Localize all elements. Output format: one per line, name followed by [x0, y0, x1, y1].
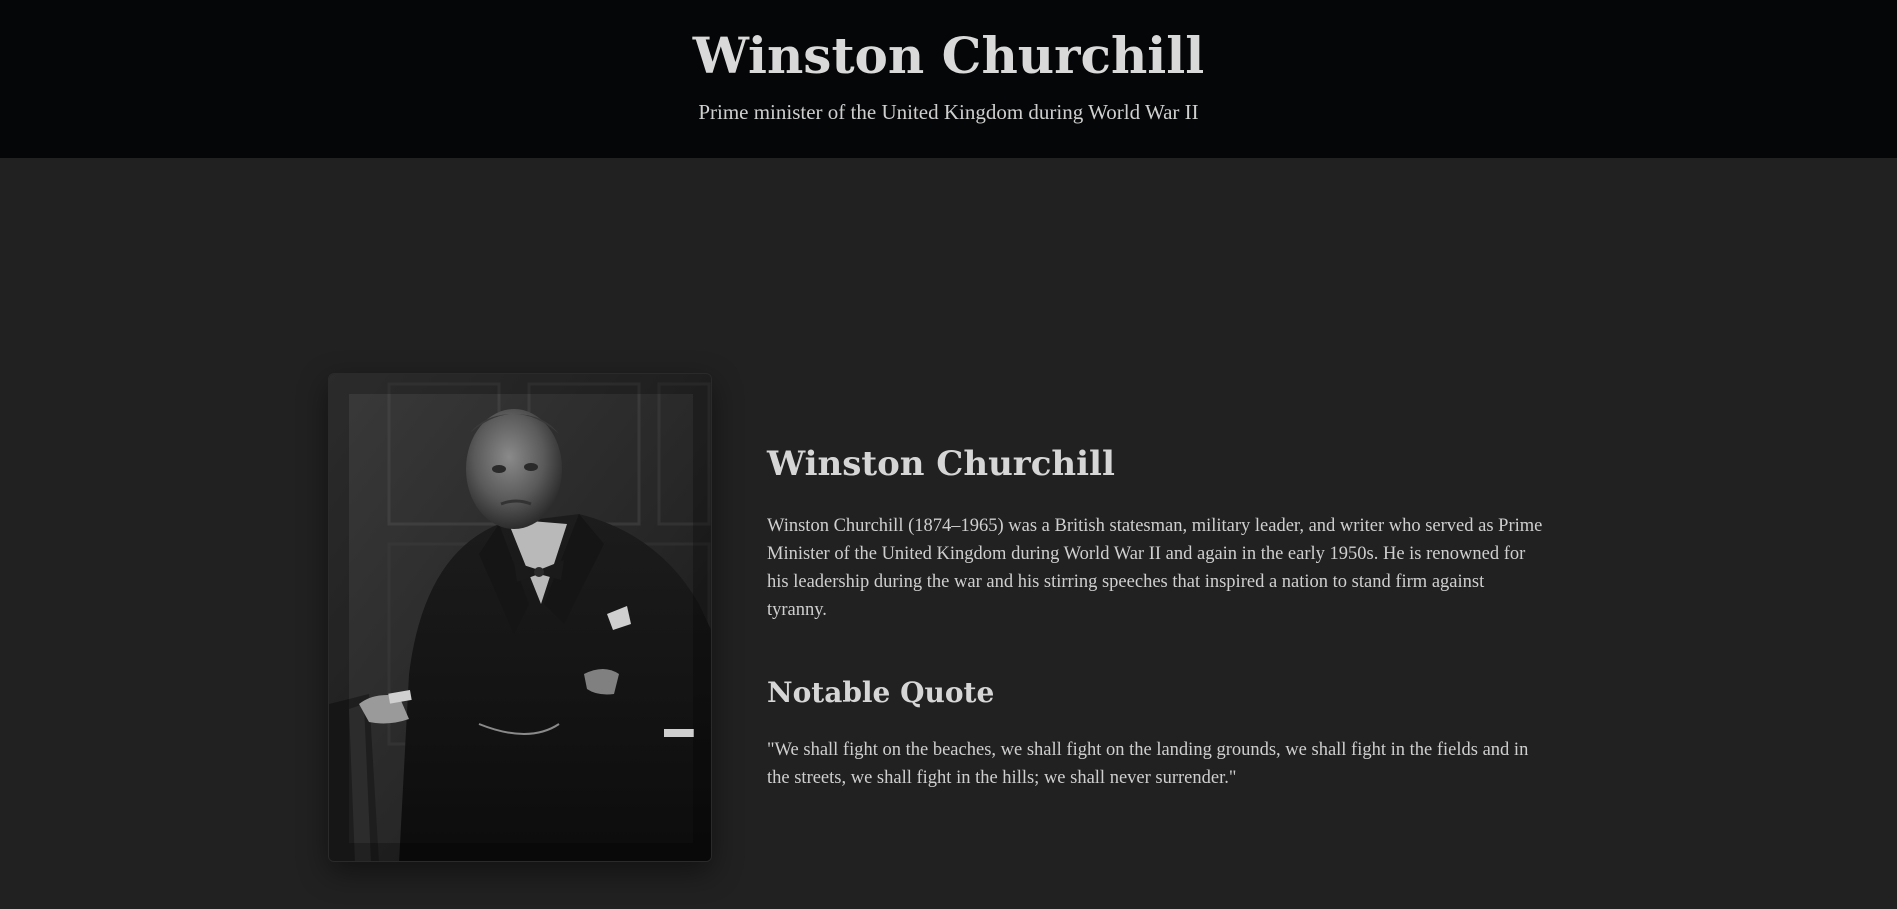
page-title: Winston Churchill	[692, 26, 1205, 85]
page-header: Winston Churchill Prime minister of the …	[0, 0, 1897, 158]
bio-heading: Winston Churchill	[767, 444, 1115, 484]
portrait-image	[328, 373, 712, 862]
page-subtitle: Prime minister of the United Kingdom dur…	[698, 100, 1199, 124]
quote-text: "We shall fight on the beaches, we shall…	[767, 740, 1529, 788]
bio-text: Winston Churchill (1874–1965) was a Brit…	[767, 516, 1543, 620]
quote-heading: Notable Quote	[767, 676, 995, 709]
bio-section: Winston Churchill Winston Churchill (187…	[767, 440, 1547, 792]
